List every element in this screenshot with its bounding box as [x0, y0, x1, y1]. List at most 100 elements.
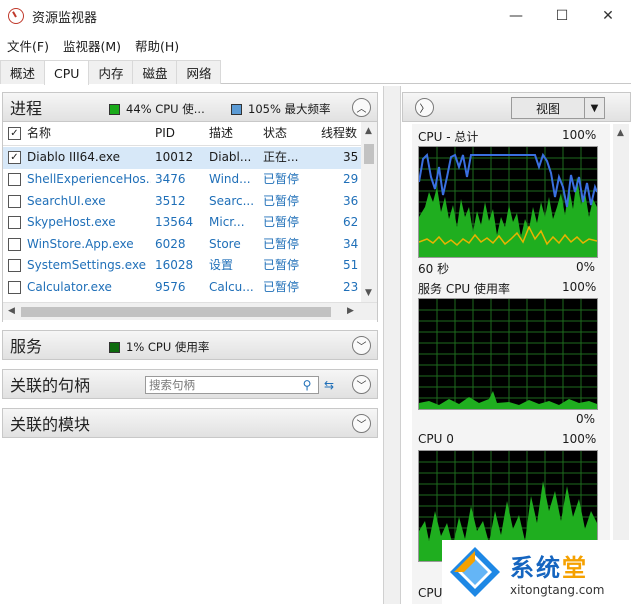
table-row[interactable]: SkypeHost.exe 13564 Micr... 已暂停 62: [3, 212, 363, 234]
scroll-left-icon[interactable]: ◀: [8, 306, 15, 316]
row-checkbox[interactable]: [8, 216, 21, 229]
col-name[interactable]: 名称: [27, 123, 51, 144]
expand-services-button[interactable]: ﹀: [352, 336, 371, 355]
table-row[interactable]: Calculator.exe 9576 Calcu... 已暂停 23: [3, 277, 363, 299]
services-header[interactable]: 服务 1% CPU 使用率 ﹀: [2, 330, 378, 360]
process-pid: 10012: [155, 150, 194, 164]
table-row[interactable]: WinStore.App.exe 6028 Store 已暂停 34: [3, 234, 363, 256]
table-row[interactable]: SearchUI.exe 3512 Searc... 已暂停 36: [3, 191, 363, 213]
left-pane: 进程 44% CPU 使... 105% 最大频率 ︿ ✓ 名称 PID 描述 …: [0, 86, 381, 604]
process-threads: 34: [343, 236, 359, 251]
scroll-right-icon[interactable]: ▶: [347, 306, 354, 316]
services-title: 服务: [10, 337, 43, 356]
menu-monitor[interactable]: 监视器(M): [56, 36, 128, 55]
process-name: ShellExperienceHos...: [27, 172, 151, 186]
process-name: SearchUI.exe: [27, 193, 106, 208]
col-status[interactable]: 状态: [263, 123, 287, 144]
process-status: 已暂停: [263, 279, 300, 294]
process-desc: Store: [209, 236, 241, 251]
pane-splitter[interactable]: [383, 86, 401, 604]
processes-freq-stat: 105% 最大频率: [231, 101, 331, 117]
watermark-text: 系统堂 xitongtang.com: [510, 548, 604, 597]
table-row[interactable]: ShellExperienceHos... 3476 Wind... 已暂停 2…: [3, 169, 363, 191]
scroll-down-icon[interactable]: ▼: [365, 288, 372, 298]
process-pid: 6028: [155, 236, 186, 251]
close-button[interactable]: ✕: [585, 0, 631, 32]
chevron-right-icon: 〉: [419, 104, 430, 115]
window-title: 资源监视器: [32, 10, 98, 26]
menu-file[interactable]: 文件(F): [0, 36, 56, 55]
view-button[interactable]: 视图 ▼: [511, 97, 605, 119]
processes-cpu-stat: 44% CPU 使...: [109, 101, 205, 117]
service-cpu-graph-svg: [419, 299, 597, 409]
expand-modules-button[interactable]: ﹀: [352, 414, 371, 433]
tab-overview[interactable]: 概述: [0, 60, 46, 84]
col-pid[interactable]: PID: [155, 123, 175, 144]
process-status: 已暂停: [263, 193, 300, 208]
process-pid: 3476: [155, 172, 186, 186]
process-pid: 9576: [155, 279, 186, 294]
table-vertical-scrollbar[interactable]: ▲ ▼: [361, 122, 377, 302]
horizontal-scroll-thumb[interactable]: [21, 307, 331, 317]
table-row[interactable]: ✓ Diablo III64.exe 10012 Diabl... 正在... …: [3, 147, 363, 169]
graph-max: 100%: [562, 280, 597, 294]
col-description[interactable]: 描述: [209, 123, 233, 144]
watermark-title-b: 堂: [562, 553, 588, 582]
modules-title: 关联的模块: [10, 415, 91, 434]
scroll-up-icon[interactable]: ▲: [617, 128, 624, 138]
process-threads: 51: [343, 258, 359, 272]
minimize-button[interactable]: —: [493, 0, 539, 32]
row-checkbox[interactable]: [8, 280, 21, 294]
table-horizontal-scrollbar[interactable]: ◀ ▶: [3, 302, 377, 320]
title-bar: 资源监视器 — ☐ ✕: [0, 0, 631, 32]
search-handles-input[interactable]: 搜索句柄: [145, 376, 319, 394]
row-checkbox[interactable]: [8, 194, 21, 208]
scroll-up-icon[interactable]: ▲: [365, 126, 372, 136]
processes-freq-stat-text: 105% 最大频率: [248, 102, 331, 116]
expand-handles-button[interactable]: ﹀: [352, 375, 371, 394]
services-cpu-swatch: [109, 341, 120, 353]
process-desc: Diabl...: [209, 150, 252, 164]
vertical-scroll-thumb[interactable]: [364, 144, 374, 164]
services-cpu-stat: 1% CPU 使用率: [109, 339, 209, 355]
process-threads: 62: [343, 215, 359, 229]
search-icon[interactable]: ⚲: [297, 375, 317, 395]
graph-pane-scrollbar[interactable]: ▲: [613, 124, 629, 604]
chevron-down-icon: ﹀: [356, 342, 367, 353]
dropdown-arrow-icon[interactable]: ▼: [584, 98, 604, 118]
tab-disk[interactable]: 磁盘: [132, 60, 178, 84]
process-desc: 设置: [209, 258, 234, 272]
maximize-button[interactable]: ☐: [539, 0, 585, 32]
table-row[interactable]: SystemSettings.exe 16028 设置 已暂停 51: [3, 255, 363, 277]
row-checkbox[interactable]: [8, 259, 21, 272]
collapse-processes-button[interactable]: ︿: [352, 98, 371, 117]
cpu-legend-swatch: [109, 103, 120, 115]
tab-cpu[interactable]: CPU: [44, 60, 90, 85]
refresh-icon[interactable]: ⇆: [319, 375, 339, 395]
process-pid: 3512: [155, 193, 186, 208]
row-checkbox[interactable]: [8, 237, 21, 251]
row-checkbox[interactable]: ✓: [8, 151, 21, 164]
select-all-checkbox[interactable]: ✓: [8, 127, 21, 140]
cpu-total-graph-svg: [418, 147, 598, 257]
process-status: 已暂停: [263, 258, 300, 272]
row-checkbox[interactable]: [8, 173, 21, 186]
processes-header[interactable]: 进程 44% CPU 使... 105% 最大频率 ︿: [2, 92, 378, 122]
process-pid: 13564: [155, 215, 194, 229]
menu-help[interactable]: 帮助(H): [128, 36, 186, 55]
freq-legend-swatch: [231, 103, 242, 115]
process-threads: 35: [343, 150, 359, 164]
col-threads[interactable]: 线程数: [321, 123, 357, 144]
modules-header[interactable]: 关联的模块 ﹀: [2, 408, 378, 438]
tab-network[interactable]: 网络: [176, 60, 222, 84]
table-header: ✓ 名称 PID 描述 状态 线程数: [3, 122, 363, 146]
handles-header[interactable]: 关联的句柄 搜索句柄 ⚲ ⇆ ﹀: [2, 369, 378, 399]
process-name: Diablo III64.exe: [27, 150, 121, 164]
process-name: WinStore.App.exe: [27, 236, 134, 251]
process-desc: Micr...: [209, 215, 245, 229]
expand-graph-pane-button[interactable]: 〉: [415, 98, 434, 117]
tab-memory[interactable]: 内存: [88, 60, 134, 84]
process-name: SystemSettings.exe: [27, 258, 147, 272]
process-pid: 16028: [155, 258, 194, 272]
handles-title: 关联的句柄: [10, 376, 91, 395]
